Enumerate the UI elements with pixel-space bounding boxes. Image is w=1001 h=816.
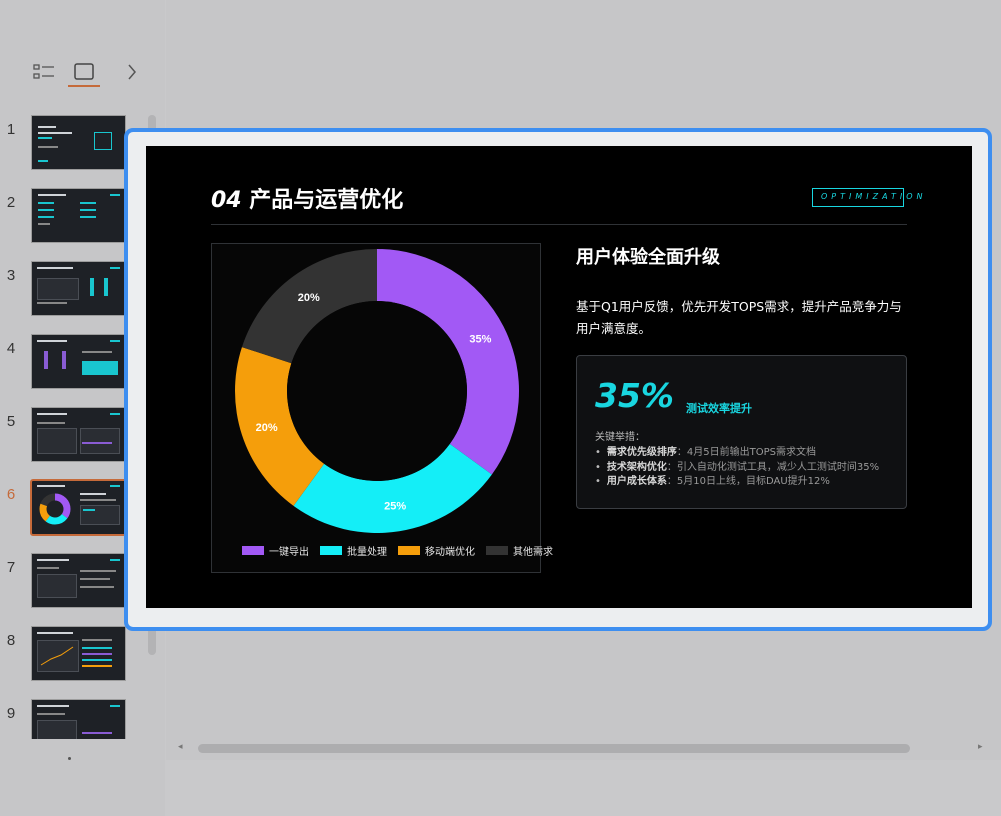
slice-label: 20% [298, 292, 320, 304]
chevron-right-icon[interactable] [118, 58, 146, 86]
slide-preview [31, 188, 126, 243]
donut-hole [287, 301, 467, 481]
list-item: 需求优先级排序：4月5日前输出TOPS需求文档 [595, 446, 879, 461]
scroll-left-icon[interactable]: ◂ [178, 742, 183, 752]
measure-text: ：5月10日上线，目标DAU提升12% [666, 476, 830, 487]
slide-number: 8 [6, 632, 16, 649]
current-slide[interactable]: 04 产品与运营优化 OPTIMIZATION 35% 25% 20% 20% 一键导… [146, 146, 972, 608]
slide-thumbnail[interactable]: 2 [0, 188, 140, 244]
slide-thumbnail[interactable]: 9 [0, 699, 140, 739]
legend-item: 一键导出 [242, 543, 309, 558]
content-heading[interactable]: 用户体验全面升级 [576, 243, 720, 269]
measure-name: 技术架构优化 [606, 461, 667, 473]
slide-number: 9 [6, 705, 16, 722]
donut-chart: 35% 25% 20% 20% [235, 249, 519, 533]
slide-preview [31, 115, 126, 170]
measure-text: ：4月5日前输出TOPS需求文档 [676, 447, 816, 458]
section-tag[interactable]: OPTIMIZATION [812, 188, 923, 207]
measure-text: ：引入自动化测试工具，减少人工测试时间35% [666, 461, 880, 473]
content-description[interactable]: 基于Q1用户反馈，优先开发TOPS需求，提升产品竞争力与用户满意度。 [576, 296, 911, 340]
metric-label: 测试效率提升 [686, 402, 752, 415]
horizontal-scrollbar[interactable]: ◂ ▸ [166, 738, 1001, 760]
more-indicator [68, 757, 71, 760]
slide-number: 3 [6, 267, 16, 284]
list-item: 技术架构优化：引入自动化测试工具，减少人工测试时间35% [595, 461, 879, 476]
slide-thumbnail-active[interactable]: 6 [0, 479, 140, 536]
title-divider [211, 224, 907, 225]
slide-preview [30, 479, 127, 536]
slide-number: 7 [6, 559, 16, 576]
legend-label: 一键导出 [269, 547, 309, 558]
slide-thumbnail[interactable]: 7 [0, 553, 140, 609]
section-title: 产品与运营优化 [249, 187, 404, 213]
legend-label: 批量处理 [347, 547, 387, 558]
slide-thumbnail[interactable]: 1 [0, 115, 140, 171]
outline-list-icon[interactable] [30, 58, 58, 86]
legend-label: 移动端优化 [425, 547, 475, 558]
slide-preview [31, 699, 126, 739]
thumbnail-toolbar [0, 0, 165, 100]
slide-preview [31, 261, 126, 316]
slide-thumbnail[interactable]: 5 [0, 407, 140, 463]
legend-swatch [398, 546, 420, 555]
chart-legend: 一键导出 批量处理 移动端优化 其他需求 [242, 543, 553, 558]
slide-thumbnail[interactable]: 4 [0, 334, 140, 390]
slide-thumbnail[interactable]: 3 [0, 261, 140, 317]
slide-title[interactable]: 04 产品与运营优化 [211, 182, 403, 214]
slice-label: 20% [256, 422, 278, 434]
section-tag-label: OPTIMIZATION [821, 192, 927, 201]
measure-name: 需求优先级排序 [606, 447, 677, 458]
legend-item: 其他需求 [486, 543, 553, 558]
legend-swatch [242, 546, 264, 555]
slide-number: 1 [6, 121, 16, 138]
list-item: 用户成长体系：5月10日上线，目标DAU提升12% [595, 475, 879, 490]
slide-number: 6 [6, 486, 16, 503]
legend-item: 批量处理 [320, 543, 387, 558]
slide-number: 4 [6, 340, 16, 357]
donut-chart-panel[interactable]: 35% 25% 20% 20% 一键导出 批量处理 移动端优化 其他需求 [211, 243, 553, 573]
scrollbar-thumb[interactable] [198, 744, 910, 753]
scroll-right-icon[interactable]: ▸ [978, 742, 983, 752]
measures-list: 需求优先级排序：4月5日前输出TOPS需求文档 技术架构优化：引入自动化测试工具… [595, 446, 879, 490]
measure-name: 用户成长体系 [606, 476, 667, 487]
slice-label: 25% [384, 501, 406, 513]
legend-swatch [320, 546, 342, 555]
measures-heading: 关键举措： [595, 432, 645, 443]
legend-swatch [486, 546, 508, 555]
legend-item: 移动端优化 [398, 543, 475, 558]
slide-preview [31, 626, 126, 681]
slide-view-icon[interactable] [68, 58, 100, 87]
metric-card[interactable]: 35% 测试效率提升 关键举措： 需求优先级排序：4月5日前输出TOPS需求文档… [576, 355, 907, 509]
metric-value: 35% [595, 376, 674, 415]
section-number: 04 [211, 188, 242, 213]
slide-number: 5 [6, 413, 16, 430]
legend-label: 其他需求 [513, 547, 553, 558]
slice-label: 35% [469, 333, 491, 345]
slide-number: 2 [6, 194, 16, 211]
slide-preview [31, 334, 126, 389]
slide-preview [31, 407, 126, 462]
slide-preview [31, 553, 126, 608]
slide-thumbnail[interactable]: 8 [0, 626, 140, 682]
